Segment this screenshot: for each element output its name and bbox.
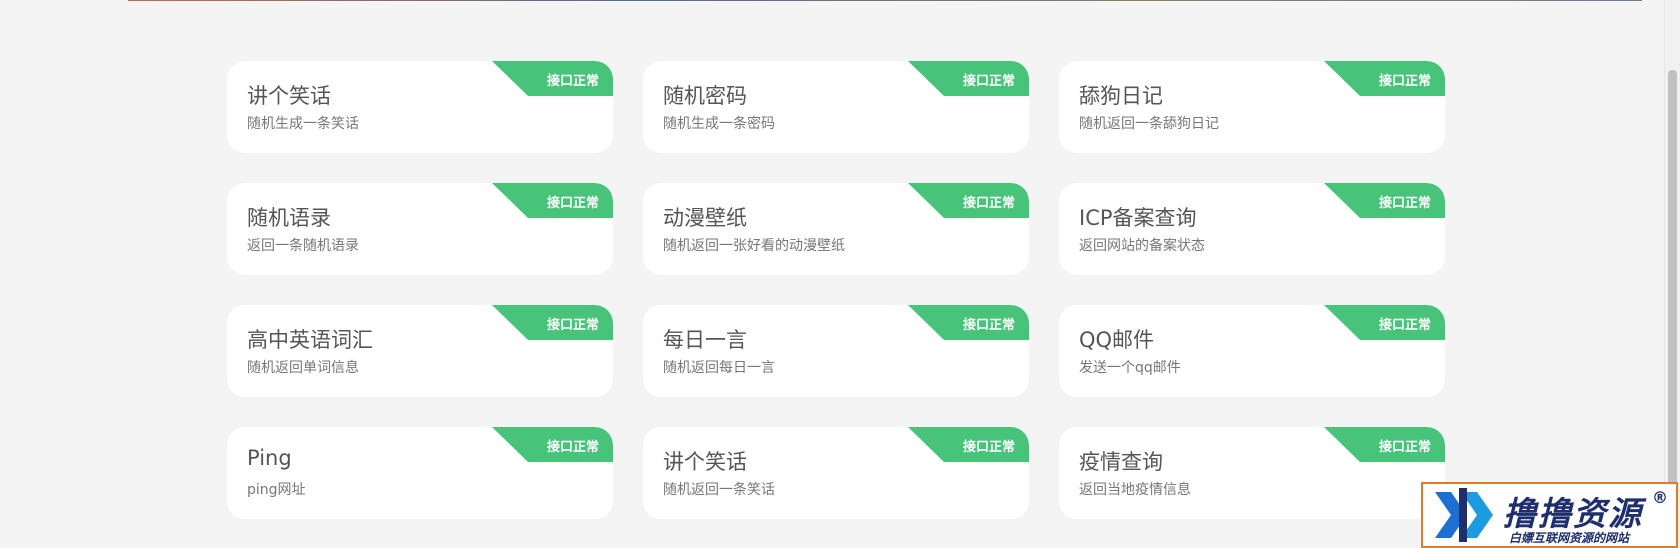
api-card[interactable]: 接口正常 每日一言 随机返回每日一言	[643, 305, 1029, 397]
status-badge: 接口正常	[492, 61, 613, 96]
scrollbar-thumb[interactable]	[1668, 70, 1677, 548]
status-badge: 接口正常	[908, 427, 1029, 462]
api-card-title: ICP备案查询	[1079, 206, 1197, 230]
api-card-description: 返回一条随机语录	[247, 238, 359, 254]
status-label: 接口正常	[1378, 74, 1431, 89]
api-card-title: 疫情查询	[1079, 450, 1163, 474]
status-badge: 接口正常	[1324, 183, 1445, 218]
status-badge: 接口正常	[908, 183, 1029, 218]
api-card-title: 每日一言	[663, 328, 747, 352]
status-label: 接口正常	[546, 440, 599, 455]
api-card[interactable]: 接口正常 疫情查询 返回当地疫情信息	[1059, 427, 1445, 519]
status-label: 接口正常	[546, 196, 599, 211]
api-card-title: 讲个笑话	[247, 84, 331, 108]
api-card-description: 返回当地疫情信息	[1079, 482, 1191, 498]
status-badge: 接口正常	[908, 305, 1029, 340]
status-label: 接口正常	[546, 74, 599, 89]
top-header-strip	[128, 0, 1642, 1]
status-label: 接口正常	[1378, 440, 1431, 455]
status-badge: 接口正常	[1324, 61, 1445, 96]
status-label: 接口正常	[962, 440, 1015, 455]
status-label: 接口正常	[962, 196, 1015, 211]
status-badge: 接口正常	[1324, 427, 1445, 462]
api-card-description: 发送一个qq邮件	[1079, 360, 1181, 376]
api-card-grid: 接口正常 讲个笑话 随机生成一条笑话 接口正常 随机密码 随机生成一条密码 接口…	[227, 61, 1445, 519]
status-label: 接口正常	[962, 318, 1015, 333]
api-card[interactable]: 接口正常 舔狗日记 随机返回一条舔狗日记	[1059, 61, 1445, 153]
api-card[interactable]: 接口正常 讲个笑话 随机生成一条笑话	[227, 61, 613, 153]
api-card-title: QQ邮件	[1079, 328, 1155, 352]
status-label: 接口正常	[962, 74, 1015, 89]
api-card[interactable]: 接口正常 高中英语词汇 随机返回单词信息	[227, 305, 613, 397]
api-card-title: 随机密码	[663, 84, 747, 108]
api-card-description: 返回网站的备案状态	[1079, 238, 1205, 254]
api-card-description: 随机生成一条笑话	[247, 116, 359, 132]
status-badge: 接口正常	[908, 61, 1029, 96]
api-card[interactable]: 接口正常 动漫壁纸 随机返回一张好看的动漫壁纸	[643, 183, 1029, 275]
status-label: 接口正常	[1378, 196, 1431, 211]
api-card-description: 随机返回一条笑话	[663, 482, 775, 498]
api-card-description: 随机生成一条密码	[663, 116, 775, 132]
api-card[interactable]: 接口正常 QQ邮件 发送一个qq邮件	[1059, 305, 1445, 397]
api-card-title: 讲个笑话	[663, 450, 747, 474]
status-label: 接口正常	[546, 318, 599, 333]
api-card[interactable]: 接口正常 ICP备案查询 返回网站的备案状态	[1059, 183, 1445, 275]
api-card[interactable]: 接口正常 随机语录 返回一条随机语录	[227, 183, 613, 275]
api-card-title: 高中英语词汇	[247, 328, 373, 352]
api-card[interactable]: 接口正常 随机密码 随机生成一条密码	[643, 61, 1029, 153]
status-label: 接口正常	[1378, 318, 1431, 333]
api-card-description: 随机返回一张好看的动漫壁纸	[663, 238, 845, 254]
api-card-description: 随机返回单词信息	[247, 360, 359, 376]
site-watermark-logo: 撸撸资源 ® 白嫖互联网资源的网站	[1421, 482, 1678, 548]
api-card-description: ping网址	[247, 482, 306, 498]
status-badge: 接口正常	[492, 305, 613, 340]
api-card-title: Ping	[247, 446, 292, 470]
watermark-title: 撸撸资源	[1503, 494, 1643, 533]
status-badge: 接口正常	[492, 427, 613, 462]
watermark-subtitle: 白嫖互联网资源的网站	[1509, 531, 1630, 545]
registered-mark: ®	[1652, 488, 1668, 507]
api-card-description: 随机返回每日一言	[663, 360, 775, 376]
api-card-description: 随机返回一条舔狗日记	[1079, 116, 1219, 132]
api-card-title: 随机语录	[247, 206, 331, 230]
api-card[interactable]: 接口正常 讲个笑话 随机返回一条笑话	[643, 427, 1029, 519]
page-scrollbar[interactable]	[1664, 0, 1680, 548]
blue-chevron-logo-icon	[1435, 488, 1493, 542]
api-card-title: 动漫壁纸	[663, 206, 747, 230]
api-card-title: 舔狗日记	[1079, 84, 1163, 108]
status-badge: 接口正常	[492, 183, 613, 218]
status-badge: 接口正常	[1324, 305, 1445, 340]
api-card[interactable]: 接口正常 Ping ping网址	[227, 427, 613, 519]
